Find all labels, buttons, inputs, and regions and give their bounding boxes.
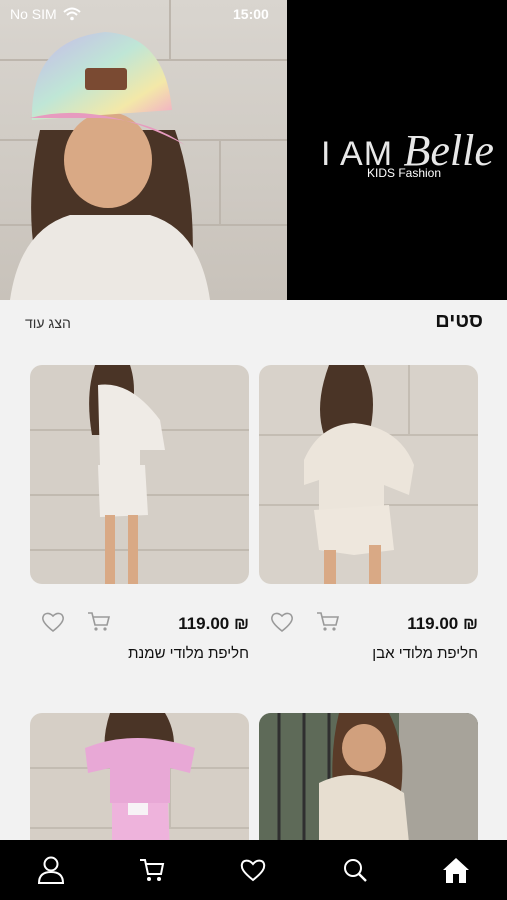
product-card[interactable]: ₪ 119.00 חליפת מלודי שמנת — [30, 365, 249, 662]
add-to-cart-icon[interactable] — [315, 610, 341, 634]
price-row: ₪ 119.00 — [259, 610, 478, 634]
product-name[interactable]: חליפת מלודי אבן — [372, 645, 478, 662]
product-card[interactable]: ₪ 119.00 חליפת מלודי אבן — [259, 365, 478, 662]
section-title: סטים — [435, 310, 483, 332]
search-icon — [343, 859, 367, 882]
bottom-tab-bar — [0, 840, 507, 900]
product-price: ₪ 119.00 — [178, 614, 249, 633]
carrier-label: No SIM — [10, 6, 57, 22]
brand-panel: I AM Belle KIDS Fashion — [287, 0, 507, 300]
hero-banner: I AM Belle KIDS Fashion — [0, 0, 507, 300]
product-image[interactable] — [30, 365, 249, 584]
product-image[interactable] — [259, 365, 478, 584]
favorite-heart-icon[interactable] — [269, 610, 295, 634]
hero-photo — [0, 0, 287, 300]
tab-favorites[interactable] — [233, 850, 273, 890]
add-to-cart-icon[interactable] — [86, 610, 112, 634]
tab-search[interactable] — [335, 850, 375, 890]
price-row: ₪ 119.00 — [30, 610, 249, 634]
tab-cart[interactable] — [132, 850, 172, 890]
favorite-heart-icon[interactable] — [40, 610, 66, 634]
hero-photo-illustration — [0, 0, 287, 300]
heart-icon — [241, 859, 266, 882]
status-bar: No SIM 15:00 — [0, 0, 507, 28]
home-icon — [443, 858, 470, 883]
user-icon — [37, 856, 64, 884]
wifi-icon — [63, 7, 81, 21]
tab-home[interactable] — [436, 850, 476, 890]
product-name[interactable]: חליפת מלודי שמנת — [128, 645, 249, 662]
product-price: ₪ 119.00 — [407, 614, 478, 633]
cart-icon — [140, 859, 165, 881]
brand-subtitle: KIDS Fashion — [367, 166, 442, 180]
status-carrier-group: No SIM — [10, 6, 81, 22]
status-time: 15:00 — [233, 6, 269, 22]
show-more-link[interactable]: הצג עוד — [25, 315, 71, 331]
section-header: סטים הצג עוד — [0, 300, 507, 350]
tab-account[interactable] — [31, 850, 71, 890]
